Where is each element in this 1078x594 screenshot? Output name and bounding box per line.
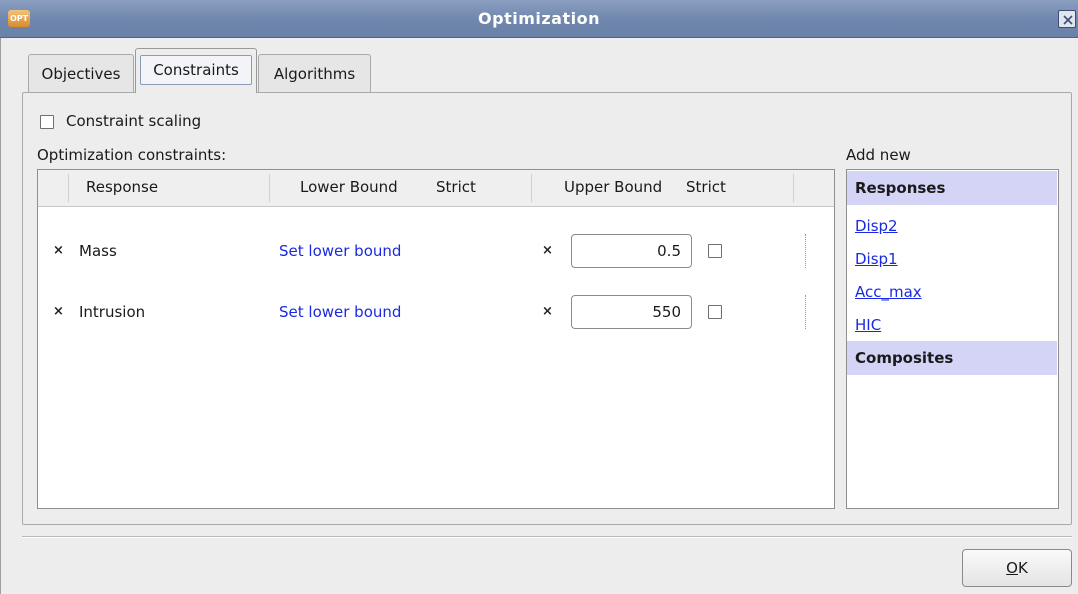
column-header-response[interactable]: Response bbox=[86, 170, 158, 207]
constraint-response: Mass bbox=[79, 242, 117, 260]
remove-constraint-icon[interactable]: × bbox=[53, 240, 64, 262]
response-link-hic[interactable]: HIC bbox=[855, 314, 881, 336]
remove-upper-bound-icon[interactable]: × bbox=[542, 240, 553, 262]
set-lower-bound-link[interactable]: Set lower bound bbox=[279, 301, 401, 323]
tab-algorithms-label: Algorithms bbox=[273, 65, 356, 83]
constraint-response: Intrusion bbox=[79, 303, 146, 321]
tab-objectives-label: Objectives bbox=[41, 65, 121, 83]
window-border bbox=[0, 38, 1, 594]
column-header-lower-bound[interactable]: Lower Bound bbox=[300, 170, 398, 207]
footer-divider bbox=[22, 536, 1072, 537]
remove-upper-bound-icon[interactable]: × bbox=[542, 301, 553, 323]
upper-strict-checkbox[interactable] bbox=[708, 244, 722, 258]
constraint-scaling-checkbox[interactable] bbox=[40, 115, 54, 129]
column-separator bbox=[793, 174, 794, 202]
window-title: Optimization bbox=[478, 9, 600, 28]
tab-constraints-label: Constraints bbox=[153, 61, 239, 79]
ok-button[interactable]: OK bbox=[962, 549, 1072, 587]
ok-label-rest: K bbox=[1017, 559, 1028, 577]
column-separator bbox=[269, 174, 270, 202]
responses-header: Responses bbox=[847, 171, 1057, 205]
constraint-scaling-label: Constraint scaling bbox=[66, 112, 202, 130]
upper-bound-input[interactable]: 0.5 bbox=[571, 234, 692, 268]
response-link-acc-max[interactable]: Acc_max bbox=[855, 281, 922, 303]
tab-objectives[interactable]: Objectives bbox=[28, 54, 134, 92]
column-header-upper-bound[interactable]: Upper Bound bbox=[564, 170, 662, 207]
add-new-label: Add new bbox=[846, 146, 911, 164]
response-link-disp1[interactable]: Disp1 bbox=[855, 248, 898, 270]
set-lower-bound-link[interactable]: Set lower bound bbox=[279, 240, 401, 262]
tab-algorithms[interactable]: Algorithms bbox=[258, 54, 371, 92]
column-separator bbox=[531, 174, 532, 202]
upper-bound-input[interactable]: 550 bbox=[571, 295, 692, 329]
column-header-upper-strict[interactable]: Strict bbox=[686, 170, 726, 207]
row-end-marker bbox=[805, 295, 806, 329]
column-separator bbox=[68, 174, 69, 202]
constraints-table bbox=[37, 169, 835, 509]
close-icon[interactable] bbox=[1058, 10, 1076, 28]
upper-strict-checkbox[interactable] bbox=[708, 305, 722, 319]
constraints-section-label: Optimization constraints: bbox=[37, 146, 227, 164]
tab-constraints[interactable]: Constraints bbox=[135, 48, 257, 93]
response-link-disp2[interactable]: Disp2 bbox=[855, 215, 898, 237]
table-header: Response Lower Bound Strict Upper Bound … bbox=[38, 170, 834, 207]
remove-constraint-icon[interactable]: × bbox=[53, 301, 64, 323]
composites-header: Composites bbox=[847, 341, 1057, 375]
row-end-marker bbox=[805, 234, 806, 268]
ok-mnemonic: O bbox=[1006, 559, 1018, 577]
column-header-lower-strict[interactable]: Strict bbox=[436, 170, 476, 207]
